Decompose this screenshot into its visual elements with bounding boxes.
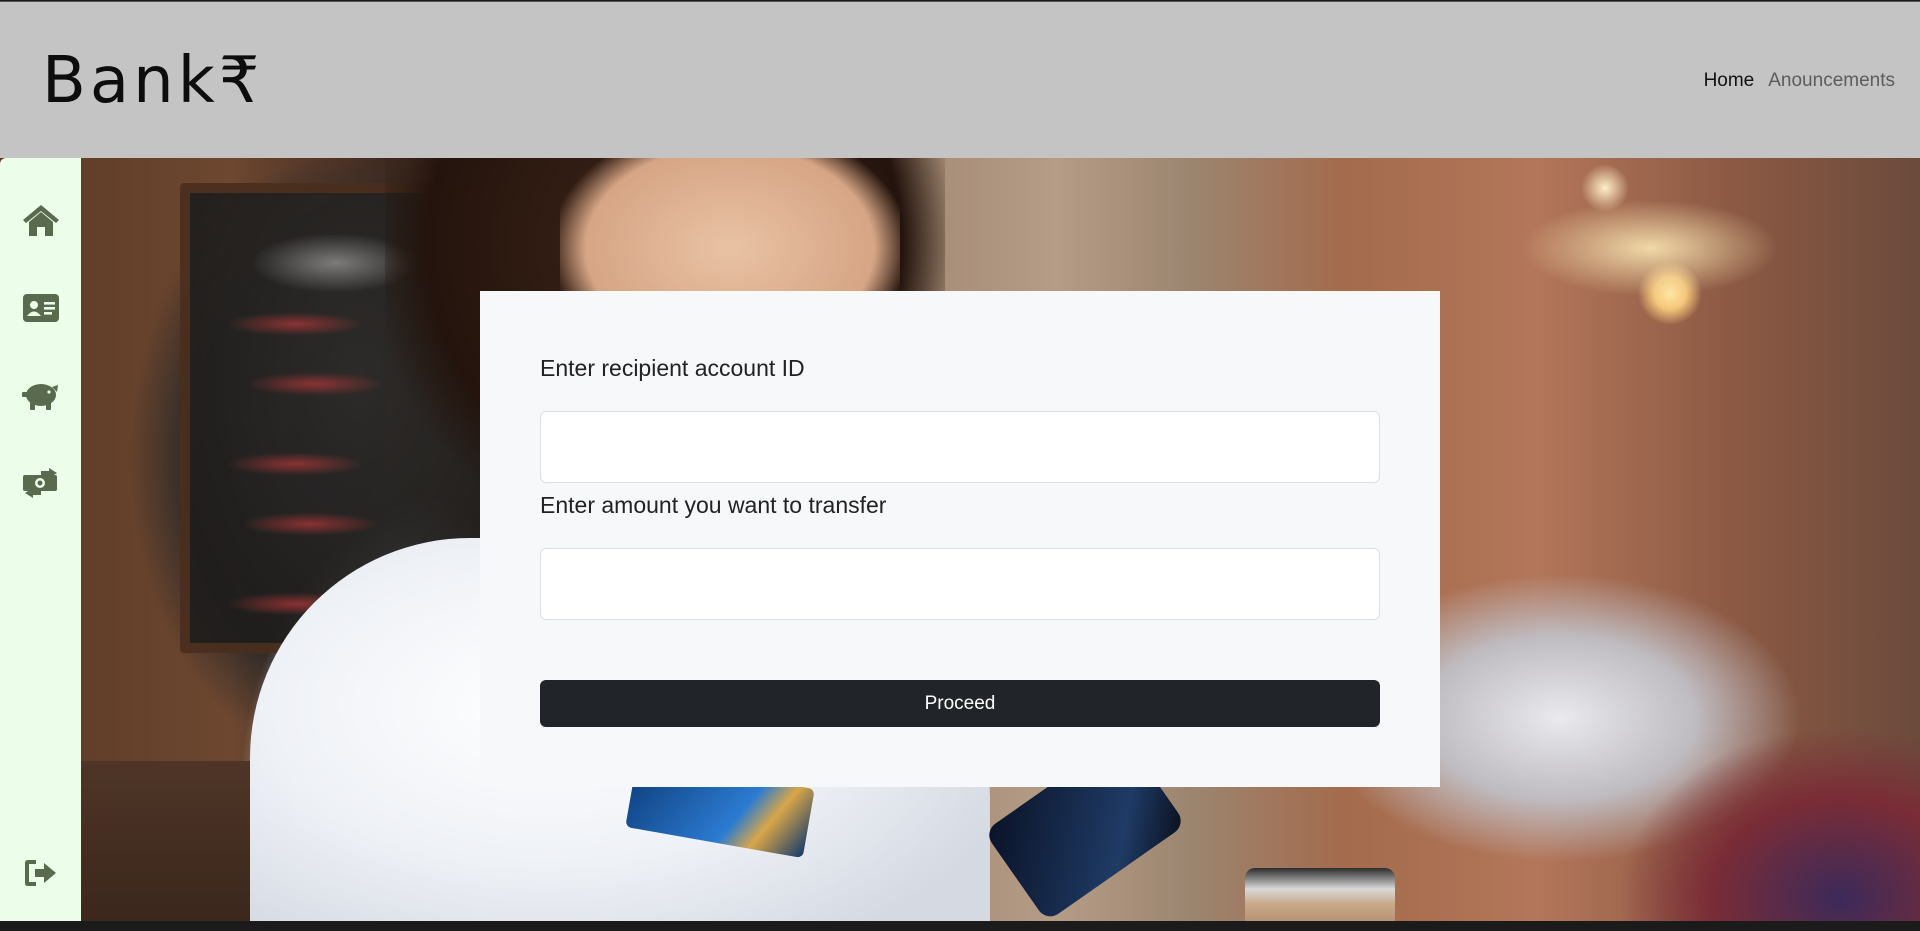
nav-link-home[interactable]: Home xyxy=(1704,68,1755,94)
recipient-id-label: Enter recipient account ID xyxy=(540,355,805,381)
top-header: Bank₹ Home Anouncements xyxy=(0,1,1920,158)
money-transfer-icon xyxy=(22,468,57,498)
nav-link-announcements[interactable]: Anouncements xyxy=(1768,68,1895,94)
id-card-icon xyxy=(22,294,59,322)
bottom-edge xyxy=(0,921,1920,931)
home-icon xyxy=(22,205,59,236)
sidebar-item-account[interactable] xyxy=(0,278,81,338)
sidebar-item-savings[interactable] xyxy=(0,365,81,425)
recipient-id-input[interactable] xyxy=(540,411,1380,483)
sidebar-item-logout[interactable] xyxy=(0,843,81,903)
sidebar xyxy=(0,158,81,921)
piggy-bank-icon xyxy=(21,384,58,410)
chalkboard-line-decor xyxy=(250,373,380,395)
top-nav: Home Anouncements xyxy=(1704,68,1895,94)
coffee-cup-decor xyxy=(1245,868,1395,921)
amount-label: Enter amount you want to transfer xyxy=(540,492,887,518)
proceed-button[interactable]: Proceed xyxy=(540,680,1380,727)
transfer-form-card: Enter recipient account ID Enter amount … xyxy=(480,291,1440,787)
sign-out-icon xyxy=(24,860,56,886)
sidebar-item-home[interactable] xyxy=(0,190,81,250)
chalkboard-line-decor xyxy=(245,513,375,535)
chalkboard-line-decor xyxy=(230,453,360,475)
chalkboard-line-decor xyxy=(230,313,360,335)
sidebar-item-transfer[interactable] xyxy=(0,453,81,513)
brand-logo[interactable]: Bank₹ xyxy=(42,44,263,118)
amount-input[interactable] xyxy=(540,548,1380,620)
